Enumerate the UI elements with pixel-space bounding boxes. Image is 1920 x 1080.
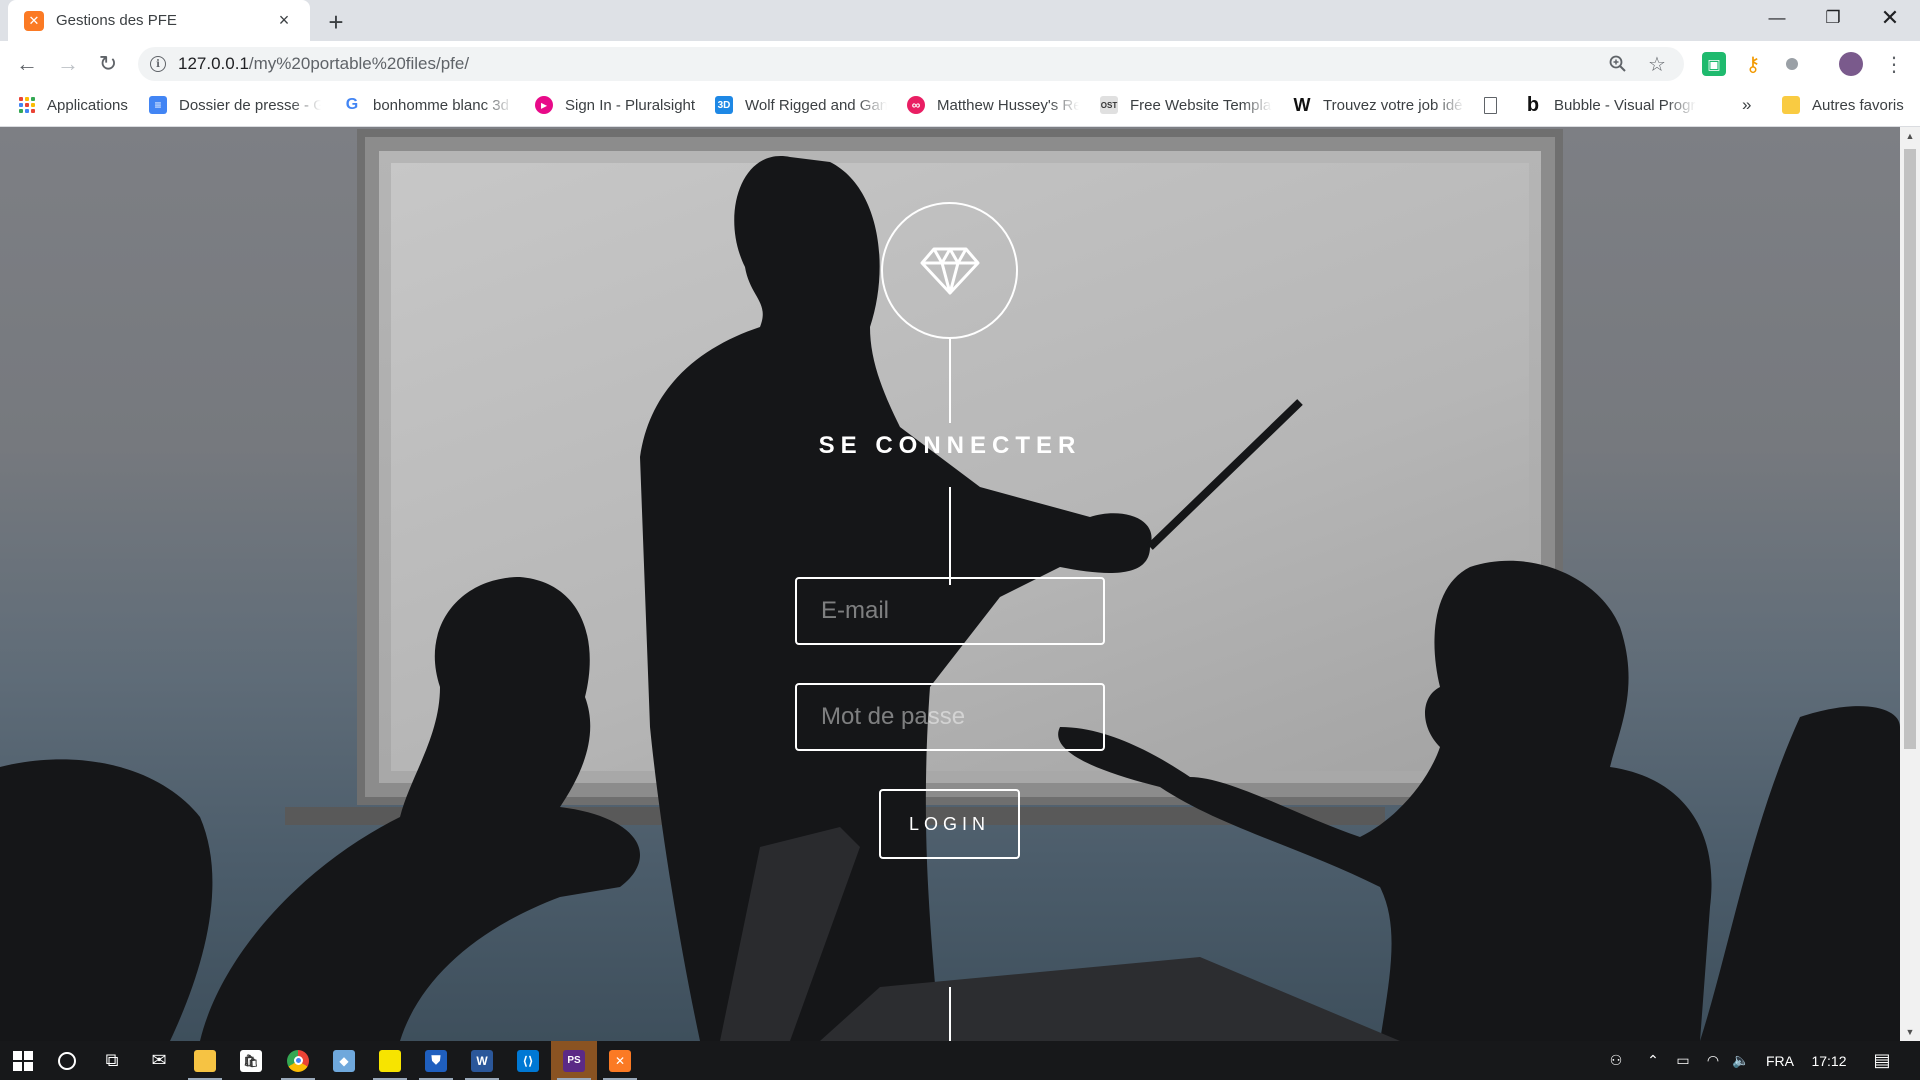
bookmarks-bar: Applications ≡ Dossier de presse - G G b… bbox=[0, 87, 1920, 127]
scroll-up-icon[interactable]: ▲ bbox=[1900, 127, 1920, 145]
tab-strip: ✕ Gestions des PFE × + — ❐ ✕ bbox=[0, 0, 1920, 41]
reload-icon[interactable]: ↻ bbox=[92, 48, 124, 80]
chrome-icon[interactable] bbox=[275, 1041, 321, 1080]
bookmark-label: Applications bbox=[47, 96, 128, 114]
extension-grey-icon[interactable] bbox=[1780, 52, 1804, 76]
people-icon[interactable]: ⚇ bbox=[1603, 1041, 1629, 1080]
bookmark-dossier-de-presse[interactable]: ≡ Dossier de presse - G bbox=[149, 87, 321, 123]
xampp-taskbar-icon[interactable]: ✕ bbox=[597, 1041, 643, 1080]
mail-icon[interactable]: ✉ bbox=[136, 1041, 182, 1080]
bookmark-star-icon[interactable]: ☆ bbox=[1646, 53, 1668, 76]
bookmark-bubble[interactable]: b Bubble - Visual Progr bbox=[1524, 87, 1696, 123]
battery-icon[interactable]: ▭ bbox=[1670, 1041, 1696, 1080]
diamond-icon bbox=[920, 247, 979, 294]
cortana-search-icon[interactable] bbox=[44, 1041, 90, 1080]
vscode-icon[interactable]: ⟨⟩ bbox=[505, 1041, 551, 1080]
bookmark-trouvez-votre-job[interactable]: W Trouvez votre job idé bbox=[1293, 87, 1465, 123]
minimize-icon[interactable]: — bbox=[1749, 0, 1805, 36]
task-view-icon[interactable]: ⧉ bbox=[89, 1041, 135, 1080]
bookmarks-overflow-button[interactable]: » bbox=[1742, 87, 1762, 123]
link-icon: ∞ bbox=[907, 96, 925, 114]
windows-taskbar: ⧉ ✉ 🛍 ◆ ⛊ W ⟨⟩ PS ✕ ⚇ ⌃ ▭ ◠ 🔈 FRA 17:12 … bbox=[0, 1041, 1920, 1080]
3d-viewer-icon[interactable]: ◆ bbox=[321, 1041, 367, 1080]
bookmark-label: Sign In - Pluralsight bbox=[565, 96, 696, 114]
forward-icon[interactable]: → bbox=[52, 48, 84, 80]
bubble-icon: b bbox=[1526, 93, 1540, 116]
scroll-down-icon[interactable]: ▼ bbox=[1900, 1023, 1920, 1041]
bookmark-other-favorites[interactable]: Autres favoris bbox=[1782, 87, 1912, 123]
pluralsight-icon: ▸ bbox=[535, 96, 553, 114]
connector-line bbox=[949, 487, 951, 585]
bookmark-page[interactable] bbox=[1484, 87, 1508, 123]
google-icon: G bbox=[345, 96, 359, 113]
zoom-icon[interactable] bbox=[1607, 53, 1629, 75]
close-tab-icon[interactable]: × bbox=[272, 9, 296, 33]
file-explorer-icon[interactable] bbox=[182, 1041, 228, 1080]
folder-icon bbox=[1782, 96, 1800, 114]
close-window-icon[interactable]: ✕ bbox=[1862, 0, 1918, 36]
language-indicator[interactable]: FRA bbox=[1760, 1041, 1800, 1080]
menu-kebab-icon[interactable]: ⋮ bbox=[1878, 48, 1910, 80]
connector-line bbox=[949, 339, 951, 423]
store-icon[interactable]: 🛍 bbox=[228, 1041, 274, 1080]
volume-icon[interactable]: 🔈 bbox=[1728, 1041, 1754, 1080]
ost-icon: OST bbox=[1100, 96, 1118, 114]
wifi-icon[interactable]: ◠ bbox=[1700, 1041, 1726, 1080]
xampp-icon: ✕ bbox=[24, 10, 44, 31]
tab-title: Gestions des PFE bbox=[56, 12, 177, 29]
back-icon[interactable]: ← bbox=[11, 48, 43, 80]
bookmark-label: Autres favoris bbox=[1812, 96, 1904, 114]
login-button[interactable]: LOGIN bbox=[879, 789, 1020, 859]
login-title: SE CONNECTER bbox=[818, 432, 1082, 459]
store-app-icon[interactable]: ⛊ bbox=[413, 1041, 459, 1080]
bookmark-bonhomme-blanc[interactable]: G bonhomme blanc 3d bbox=[343, 87, 513, 123]
browser-tab[interactable]: ✕ Gestions des PFE × bbox=[8, 0, 310, 41]
bookmark-matthew-hussey[interactable]: ∞ Matthew Hussey's Re bbox=[907, 87, 1079, 123]
clock[interactable]: 17:12 bbox=[1804, 1041, 1854, 1080]
url-path: /my%20portable%20files/pfe/ bbox=[248, 54, 470, 73]
restore-icon[interactable]: ❐ bbox=[1805, 0, 1861, 36]
show-hidden-icons-icon[interactable]: ⌃ bbox=[1642, 1041, 1664, 1080]
password-input[interactable] bbox=[795, 683, 1105, 751]
phpstorm-icon[interactable]: PS bbox=[551, 1041, 597, 1080]
bookmark-applications[interactable]: Applications bbox=[19, 87, 135, 123]
bookmark-free-website-templates[interactable]: OST Free Website Templat bbox=[1100, 87, 1272, 123]
word-icon[interactable]: W bbox=[459, 1041, 505, 1080]
page-content: SE CONNECTER LOGIN bbox=[0, 127, 1900, 1041]
email-input[interactable] bbox=[795, 577, 1105, 645]
google-docs-icon: ≡ bbox=[149, 96, 167, 114]
sticky-notes-icon[interactable] bbox=[367, 1041, 413, 1080]
login-form: SE CONNECTER LOGIN bbox=[0, 127, 1900, 1041]
bookmark-pluralsight[interactable]: ▸ Sign In - Pluralsight bbox=[535, 87, 697, 123]
scrollbar-thumb[interactable] bbox=[1904, 149, 1916, 749]
bookmark-wolf-rigged[interactable]: 3D Wolf Rigged and Gan bbox=[715, 87, 887, 123]
connector-line bbox=[949, 987, 951, 1041]
extension-key-icon[interactable]: ⚷ bbox=[1741, 52, 1765, 76]
page-scrollbar[interactable]: ▲ ▼ bbox=[1900, 127, 1920, 1041]
w-icon: W bbox=[1293, 94, 1311, 115]
logo bbox=[881, 202, 1018, 339]
apps-grid-icon bbox=[19, 97, 35, 113]
windows-start-icon[interactable] bbox=[0, 1041, 46, 1080]
new-tab-button[interactable]: + bbox=[322, 7, 350, 37]
address-bar[interactable]: i 127.0.0.1/my%20portable%20files/pfe/ ☆ bbox=[138, 47, 1684, 81]
url-host: 127.0.0.1 bbox=[178, 54, 249, 73]
profile-avatar[interactable] bbox=[1839, 52, 1863, 76]
extension-green-icon[interactable]: ▣ bbox=[1702, 52, 1726, 76]
browser-toolbar: ← → ↻ i 127.0.0.1/my%20portable%20files/… bbox=[0, 41, 1920, 87]
notifications-icon[interactable]: ▤ bbox=[1862, 1041, 1902, 1080]
3d-icon: 3D bbox=[715, 96, 733, 114]
site-info-icon[interactable]: i bbox=[150, 56, 166, 72]
page-icon bbox=[1484, 96, 1497, 114]
